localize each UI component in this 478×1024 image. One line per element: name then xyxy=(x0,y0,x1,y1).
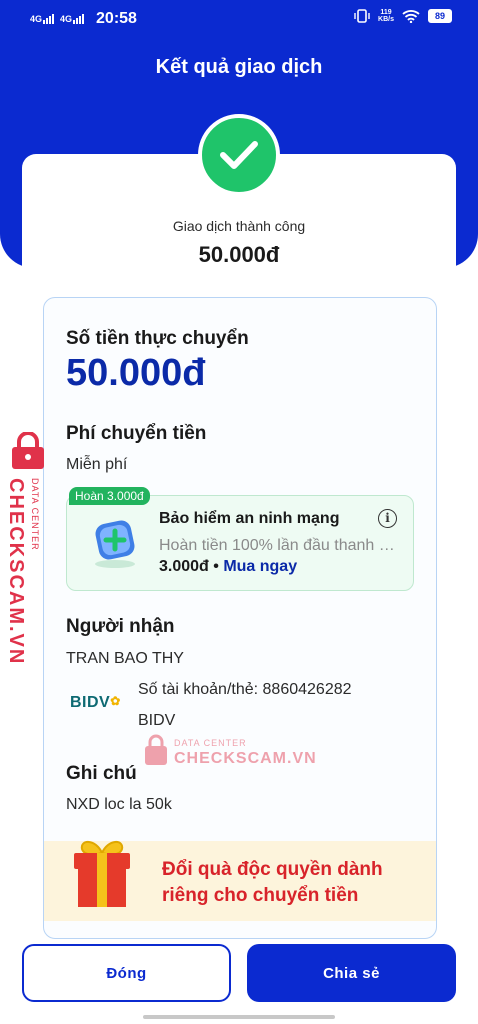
bidv-star-icon: ✿ xyxy=(110,694,121,708)
status-bar: 4G 4G 20:58 119 KB/s 89 xyxy=(0,0,478,36)
gift-banner[interactable]: Đổi quà độc quyền dành riêng cho chuyển t… xyxy=(44,841,436,921)
signal-icon-2: 4G xyxy=(60,14,85,24)
watermark-small-vertical: DATA CENTER xyxy=(30,478,40,551)
watermark-vertical: CHECKSCAM.VN DATA CENTER xyxy=(4,432,52,665)
info-icon[interactable]: i xyxy=(378,509,397,528)
fee-value: Miễn phí xyxy=(66,456,128,473)
page-title: Kết quả giao dịch xyxy=(155,56,323,78)
success-check-icon xyxy=(198,114,280,196)
transaction-detail-panel: Số tiền thực chuyển 50.000đ Phí chuyển t… xyxy=(43,297,437,939)
fee-label: Phí chuyển tiền xyxy=(66,423,207,444)
promo-price: 3.000đ xyxy=(159,558,209,575)
battery-icon: 89 xyxy=(428,9,452,23)
status-text: Giao dịch thành công xyxy=(172,218,306,234)
insurance-promo-card[interactable]: Hoàn 3.000đ Bảo hiểm an ninh mạng Hoàn t… xyxy=(66,487,414,591)
recipient-name: TRAN BAO THY xyxy=(66,650,184,667)
buy-now-link[interactable]: Mua ngay xyxy=(223,558,297,575)
signal-icon-1: 4G xyxy=(30,14,55,24)
wifi-icon xyxy=(402,10,420,23)
network-speed: 119 KB/s xyxy=(378,9,394,23)
close-button[interactable]: Đóng xyxy=(22,944,231,1002)
gift-text: Đổi quà độc quyền dành riêng cho chuyển t… xyxy=(162,859,383,906)
watermark-small-center: DATA CENTER xyxy=(174,738,247,748)
bidv-logo-text: BIDV xyxy=(70,694,111,711)
promo-separator: • xyxy=(208,558,224,575)
cashback-tag: Hoàn 3.000đ xyxy=(69,487,150,505)
watermark-brand-center: CHECKSCAM.VN xyxy=(174,750,317,767)
note-value: NXD loc la 50k xyxy=(66,796,172,813)
promo-price-line: 3.000đ • Mua ngay xyxy=(159,558,297,576)
home-indicator[interactable] xyxy=(143,1015,335,1019)
watermark-center: DATA CENTER CHECKSCAM.VN xyxy=(143,733,316,773)
lock-icon xyxy=(12,432,44,469)
actual-amount-label: Số tiền thực chuyển xyxy=(66,328,249,349)
note-label: Ghi chú xyxy=(66,763,137,784)
status-amount: 50.000đ xyxy=(198,242,280,267)
bidv-logo: BIDV✿ xyxy=(70,694,121,712)
gift-icon xyxy=(74,841,130,907)
promo-title: Bảo hiểm an ninh mạng xyxy=(159,510,340,527)
bank-name: BIDV xyxy=(138,712,176,729)
promo-description: Hoàn tiền 100% lần đầu thanh toán xyxy=(159,537,399,554)
status-time: 20:58 xyxy=(96,10,137,27)
shield-icon xyxy=(95,520,135,568)
vibrate-icon xyxy=(354,9,370,23)
lock-icon-center xyxy=(145,734,167,765)
account-number: Số tài khoản/thẻ: 8860426282 xyxy=(138,681,352,698)
share-button[interactable]: Chia sẻ xyxy=(247,944,456,1002)
recipient-label: Người nhận xyxy=(66,616,175,637)
actual-amount: 50.000đ xyxy=(66,352,206,394)
watermark-brand-vertical: CHECKSCAM.VN xyxy=(5,478,27,666)
